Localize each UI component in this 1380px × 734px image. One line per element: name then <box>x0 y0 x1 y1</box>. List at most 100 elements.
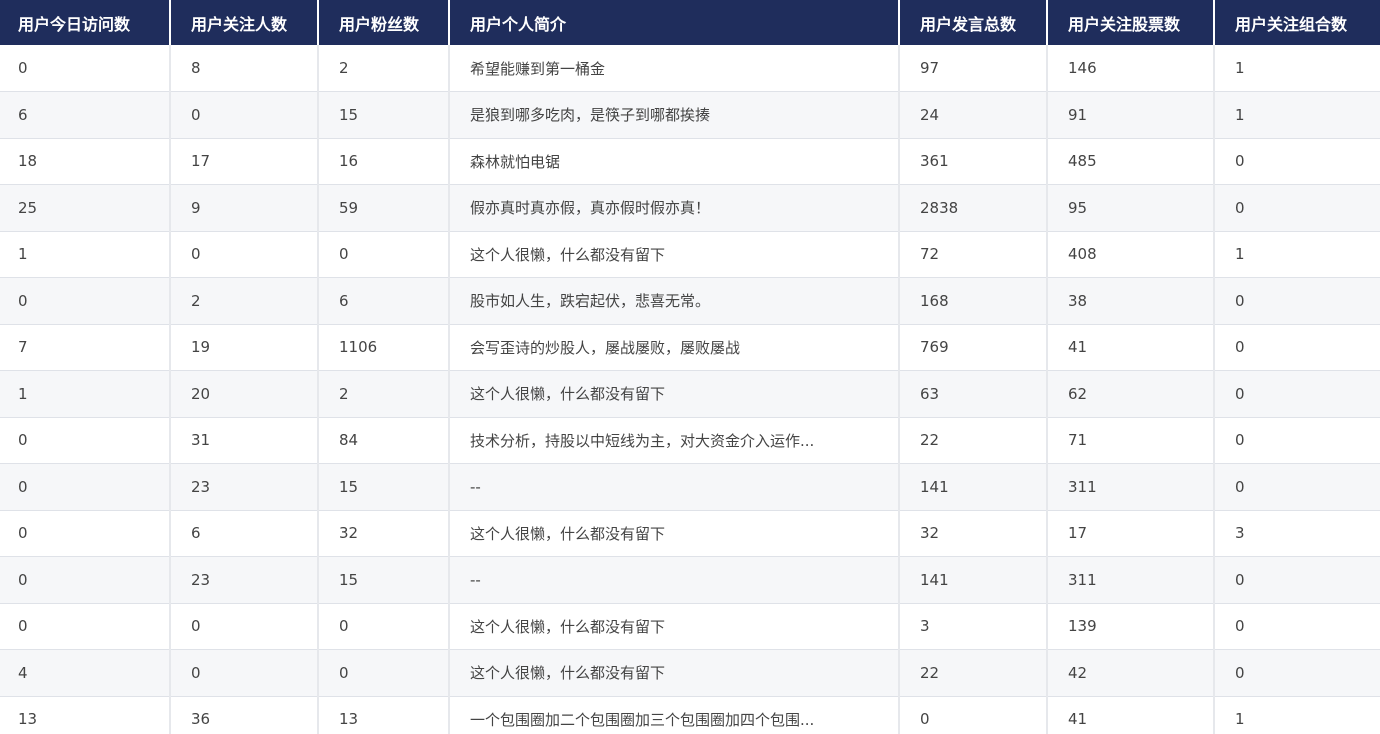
cell-bio: 是狼到哪多吃肉，是筷子到哪都挨揍 <box>449 91 900 139</box>
table-body: 0 8 2 希望能赚到第一桶金 97 146 1 6 0 15 是狼到哪多吃肉，是筷子到哪都挨揍 24… <box>0 45 1380 734</box>
cell-followed-portfolios: 3 <box>1214 510 1380 557</box>
table-row[interactable]: 25 9 59 假亦真时真亦假，真亦假时假亦真！ 2838 95 0 <box>0 184 1380 232</box>
header-bio[interactable]: 用户个人简介 <box>449 0 900 45</box>
header-following-count[interactable]: 用户关注人数 <box>170 0 319 45</box>
cell-followed-portfolios: 0 <box>1214 277 1380 325</box>
cell-followed-portfolios: 0 <box>1214 649 1380 697</box>
table-row[interactable]: 0 6 32 这个人很懒，什么都没有留下 32 17 3 <box>0 510 1380 557</box>
table-row[interactable]: 0 31 84 技术分析，持股以中短线为主，对大资金介入运作... 22 71 0 <box>0 417 1380 464</box>
header-post-count[interactable]: 用户发言总数 <box>899 0 1048 45</box>
user-data-table-container: 用户今日访问数 用户关注人数 用户粉丝数 用户个人简介 用户发言总数 用户关注股… <box>0 0 1380 734</box>
cell-following-count: 0 <box>170 603 319 650</box>
table-row[interactable]: 0 0 0 这个人很懒，什么都没有留下 3 139 0 <box>0 603 1380 650</box>
cell-follower-count: 15 <box>318 463 450 511</box>
header-followed-stocks[interactable]: 用户关注股票数 <box>1047 0 1215 45</box>
cell-follower-count: 6 <box>318 277 450 325</box>
cell-daily-visits: 0 <box>0 510 171 557</box>
cell-post-count: 63 <box>899 370 1048 418</box>
cell-follower-count: 32 <box>318 510 450 557</box>
cell-follower-count: 0 <box>318 603 450 650</box>
cell-following-count: 8 <box>170 45 319 92</box>
cell-post-count: 24 <box>899 91 1048 139</box>
table-row[interactable]: 0 2 6 股市如人生，跌宕起伏，悲喜无常。 168 38 0 <box>0 277 1380 325</box>
table-row[interactable]: 1 0 0 这个人很懒，什么都没有留下 72 408 1 <box>0 231 1380 278</box>
cell-daily-visits: 25 <box>0 184 171 232</box>
cell-followed-portfolios: 1 <box>1214 91 1380 139</box>
user-data-table: 用户今日访问数 用户关注人数 用户粉丝数 用户个人简介 用户发言总数 用户关注股… <box>0 0 1380 734</box>
cell-followed-stocks: 17 <box>1047 510 1215 557</box>
cell-bio: 技术分析，持股以中短线为主，对大资金介入运作... <box>449 417 900 464</box>
cell-followed-stocks: 71 <box>1047 417 1215 464</box>
cell-followed-stocks: 311 <box>1047 463 1215 511</box>
table-row[interactable]: 4 0 0 这个人很懒，什么都没有留下 22 42 0 <box>0 649 1380 697</box>
cell-followed-stocks: 41 <box>1047 324 1215 371</box>
cell-follower-count: 0 <box>318 649 450 697</box>
cell-daily-visits: 0 <box>0 556 171 604</box>
cell-following-count: 0 <box>170 231 319 278</box>
header-daily-visits[interactable]: 用户今日访问数 <box>0 0 171 45</box>
cell-follower-count: 0 <box>318 231 450 278</box>
cell-daily-visits: 13 <box>0 696 171 734</box>
cell-followed-portfolios: 0 <box>1214 370 1380 418</box>
cell-following-count: 23 <box>170 463 319 511</box>
cell-bio: 希望能赚到第一桶金 <box>449 45 900 92</box>
cell-follower-count: 16 <box>318 138 450 185</box>
cell-followed-portfolios: 0 <box>1214 324 1380 371</box>
cell-followed-portfolios: 0 <box>1214 556 1380 604</box>
cell-followed-stocks: 41 <box>1047 696 1215 734</box>
cell-followed-portfolios: 1 <box>1214 231 1380 278</box>
table-row[interactable]: 13 36 13 一个包围圈加二个包围圈加三个包围圈加四个包围... 0 41 1 <box>0 696 1380 734</box>
cell-bio: 这个人很懒，什么都没有留下 <box>449 510 900 557</box>
table-row[interactable]: 6 0 15 是狼到哪多吃肉，是筷子到哪都挨揍 24 91 1 <box>0 91 1380 139</box>
cell-bio: -- <box>449 463 900 511</box>
cell-follower-count: 84 <box>318 417 450 464</box>
cell-daily-visits: 0 <box>0 45 171 92</box>
cell-daily-visits: 1 <box>0 370 171 418</box>
cell-bio: 这个人很懒，什么都没有留下 <box>449 603 900 650</box>
cell-followed-stocks: 38 <box>1047 277 1215 325</box>
cell-followed-portfolios: 1 <box>1214 696 1380 734</box>
table-row[interactable]: 7 19 1106 会写歪诗的炒股人，屡战屡败，屡败屡战 769 41 0 <box>0 324 1380 371</box>
cell-daily-visits: 4 <box>0 649 171 697</box>
cell-following-count: 19 <box>170 324 319 371</box>
cell-post-count: 361 <box>899 138 1048 185</box>
cell-follower-count: 59 <box>318 184 450 232</box>
cell-following-count: 6 <box>170 510 319 557</box>
cell-bio: 会写歪诗的炒股人，屡战屡败，屡败屡战 <box>449 324 900 371</box>
header-follower-count[interactable]: 用户粉丝数 <box>318 0 450 45</box>
cell-post-count: 32 <box>899 510 1048 557</box>
cell-followed-stocks: 485 <box>1047 138 1215 185</box>
cell-post-count: 97 <box>899 45 1048 92</box>
cell-bio: 这个人很懒，什么都没有留下 <box>449 370 900 418</box>
cell-post-count: 141 <box>899 556 1048 604</box>
cell-post-count: 168 <box>899 277 1048 325</box>
cell-follower-count: 15 <box>318 556 450 604</box>
cell-followed-portfolios: 1 <box>1214 45 1380 92</box>
table-row[interactable]: 1 20 2 这个人很懒，什么都没有留下 63 62 0 <box>0 370 1380 418</box>
cell-daily-visits: 6 <box>0 91 171 139</box>
table-row[interactable]: 0 23 15 -- 141 311 0 <box>0 463 1380 511</box>
cell-post-count: 72 <box>899 231 1048 278</box>
table-header: 用户今日访问数 用户关注人数 用户粉丝数 用户个人简介 用户发言总数 用户关注股… <box>0 0 1380 45</box>
cell-daily-visits: 0 <box>0 603 171 650</box>
table-row[interactable]: 0 23 15 -- 141 311 0 <box>0 556 1380 604</box>
header-followed-portfolios[interactable]: 用户关注组合数 <box>1214 0 1380 45</box>
cell-post-count: 769 <box>899 324 1048 371</box>
cell-daily-visits: 1 <box>0 231 171 278</box>
cell-followed-portfolios: 0 <box>1214 184 1380 232</box>
cell-bio: -- <box>449 556 900 604</box>
cell-post-count: 2838 <box>899 184 1048 232</box>
cell-daily-visits: 0 <box>0 417 171 464</box>
cell-bio: 这个人很懒，什么都没有留下 <box>449 649 900 697</box>
cell-followed-stocks: 42 <box>1047 649 1215 697</box>
cell-followed-stocks: 408 <box>1047 231 1215 278</box>
cell-follower-count: 1106 <box>318 324 450 371</box>
cell-follower-count: 15 <box>318 91 450 139</box>
cell-bio: 假亦真时真亦假，真亦假时假亦真！ <box>449 184 900 232</box>
cell-post-count: 3 <box>899 603 1048 650</box>
header-row: 用户今日访问数 用户关注人数 用户粉丝数 用户个人简介 用户发言总数 用户关注股… <box>0 0 1380 45</box>
cell-follower-count: 2 <box>318 370 450 418</box>
table-row[interactable]: 0 8 2 希望能赚到第一桶金 97 146 1 <box>0 45 1380 92</box>
cell-following-count: 31 <box>170 417 319 464</box>
table-row[interactable]: 18 17 16 森林就怕电锯 361 485 0 <box>0 138 1380 185</box>
